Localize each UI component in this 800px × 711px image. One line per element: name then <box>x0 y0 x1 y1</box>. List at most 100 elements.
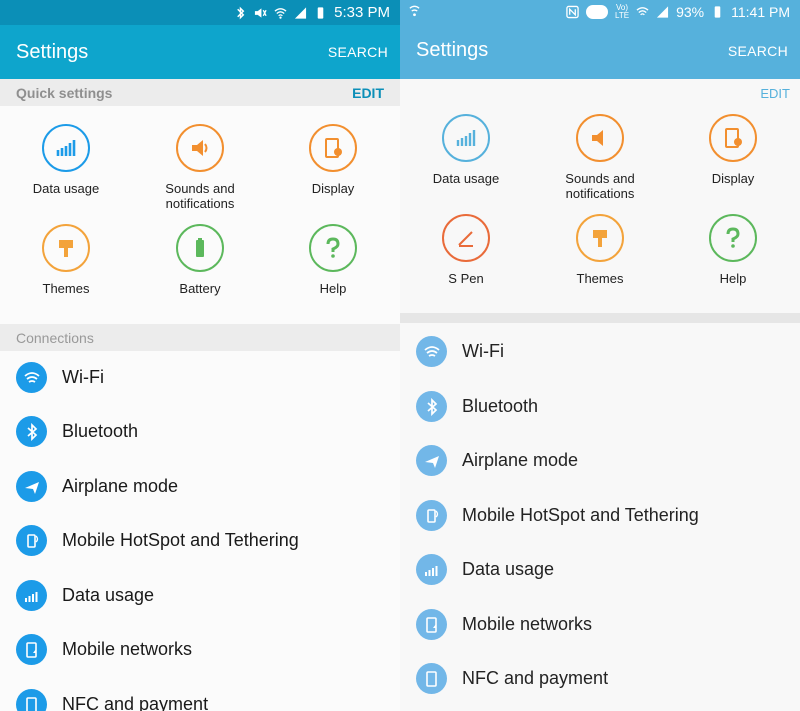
hotspot-icon <box>416 500 447 531</box>
quick-help[interactable]: Help <box>673 214 793 286</box>
quick-themes[interactable]: Themes <box>6 224 126 296</box>
quick-settings-title: Quick settings <box>16 85 113 101</box>
connections-title: Connections <box>16 330 94 346</box>
list-item-airplane-mode[interactable]: Airplane mode <box>0 460 400 514</box>
wifi-call-icon <box>408 4 421 18</box>
list-item-nfc[interactable]: NFC and payment <box>400 652 800 706</box>
nfc-icon <box>16 689 47 711</box>
quick-label: Data usage <box>432 171 500 186</box>
page-title: Settings <box>16 41 89 63</box>
comparison-screens: 5:33 PM Settings SEARCH Quick settings E… <box>0 0 800 711</box>
list-item-mobile-networks[interactable]: Mobile networks <box>400 598 800 652</box>
volte-indicator: Vo) LTE <box>615 3 630 20</box>
settings-appbar: Settings SEARCH <box>0 25 400 79</box>
quick-label: Help <box>719 271 747 286</box>
nfc-status-icon <box>566 5 579 19</box>
quick-label: Battery <box>179 281 221 296</box>
quick-battery[interactable]: Battery <box>140 224 260 296</box>
edit-button[interactable]: EDIT <box>352 85 384 101</box>
help-icon <box>709 214 757 262</box>
wifi-icon <box>416 336 447 367</box>
quick-data-usage[interactable]: Data usage <box>406 114 526 186</box>
list-item-airplane-mode[interactable]: Airplane mode <box>400 434 800 488</box>
battery-quick-icon <box>176 224 224 272</box>
signal-icon <box>656 5 669 19</box>
list-item-wifi[interactable]: Wi-Fi <box>0 351 400 405</box>
battery-percent: 93% <box>676 4 705 20</box>
list-label: NFC and payment <box>62 694 209 711</box>
list-label: Mobile HotSpot and Tethering <box>62 530 299 550</box>
list-label: Airplane mode <box>462 450 579 470</box>
battery-icon <box>711 5 724 19</box>
list-item-data-usage[interactable]: Data usage <box>0 569 400 623</box>
settings-appbar: Settings SEARCH <box>400 24 800 79</box>
signal-icon <box>294 6 307 20</box>
mobile-networks-icon <box>16 634 47 665</box>
status-bar: Vo) LTE 93% 11:41 PM <box>400 0 800 24</box>
wifi-icon <box>16 362 47 393</box>
list-label: Mobile HotSpot and Tethering <box>462 505 699 525</box>
wifi-icon <box>636 5 649 19</box>
quick-help[interactable]: Help <box>273 224 393 296</box>
list-item-bluetooth[interactable]: Bluetooth <box>400 380 800 434</box>
airplane-icon <box>416 445 447 476</box>
mute-icon <box>254 6 267 20</box>
speaker-icon <box>576 114 624 162</box>
list-label: Mobile networks <box>462 614 593 634</box>
quick-label: Sounds and notifications <box>165 181 235 211</box>
battery-icon <box>314 6 327 20</box>
list-item-nfc[interactable]: NFC and payment <box>0 678 400 711</box>
quick-data-usage[interactable]: Data usage <box>6 124 126 196</box>
bluetooth-icon <box>416 391 447 422</box>
list-label: Data usage <box>62 585 155 605</box>
list-label: Mobile networks <box>62 639 193 659</box>
data-usage-icon <box>16 580 47 611</box>
help-icon <box>309 224 357 272</box>
hotspot-icon <box>16 525 47 556</box>
list-item-hotspot[interactable]: Mobile HotSpot and Tethering <box>0 514 400 568</box>
airplane-icon <box>16 471 47 502</box>
connections-header: Connections <box>0 324 400 351</box>
status-time: 11:41 PM <box>731 4 790 20</box>
list-item-mobile-networks[interactable]: Mobile networks <box>0 623 400 677</box>
data-usage-icon <box>416 554 447 585</box>
quick-label: Data usage <box>32 181 100 196</box>
list-item-data-usage[interactable]: Data usage <box>400 543 800 597</box>
display-icon <box>709 114 757 162</box>
speaker-icon <box>176 124 224 172</box>
quick-sounds[interactable]: Sounds and notifications <box>540 114 660 201</box>
list-item-bluetooth[interactable]: Bluetooth <box>0 405 400 459</box>
status-left <box>408 4 421 21</box>
quick-label: Display <box>311 181 355 196</box>
wifi-icon <box>274 6 287 20</box>
quick-themes[interactable]: Themes <box>540 214 660 286</box>
quick-s-pen[interactable]: S Pen <box>406 214 526 286</box>
edit-button[interactable]: EDIT <box>760 86 790 101</box>
quick-display[interactable]: Display <box>673 114 793 186</box>
list-item-hotspot[interactable]: Mobile HotSpot and Tethering <box>400 489 800 543</box>
list-item-wifi[interactable]: Wi-Fi <box>400 325 800 379</box>
list-label: Wi-Fi <box>462 341 504 361</box>
data-usage-icon <box>42 124 90 172</box>
status-bar: 5:33 PM <box>0 0 400 25</box>
notification-pill <box>586 5 608 19</box>
section-divider <box>400 313 800 323</box>
list-label: NFC and payment <box>462 668 609 688</box>
search-button[interactable]: SEARCH <box>728 43 788 59</box>
quick-label: S Pen <box>448 271 484 286</box>
left-phone-screen: 5:33 PM Settings SEARCH Quick settings E… <box>0 0 400 711</box>
quick-sounds[interactable]: Sounds and notifications <box>140 124 260 211</box>
display-icon <box>309 124 357 172</box>
paintbrush-icon <box>576 214 624 262</box>
quick-display[interactable]: Display <box>273 124 393 196</box>
search-button[interactable]: SEARCH <box>328 44 388 60</box>
quick-label: Themes <box>576 271 624 286</box>
list-label: Bluetooth <box>462 396 539 416</box>
mobile-networks-icon <box>416 609 447 640</box>
data-usage-icon <box>442 114 490 162</box>
right-phone-screen: Vo) LTE 93% 11:41 PM Settings SEARCH EDIT… <box>400 0 800 711</box>
list-label: Data usage <box>462 559 555 579</box>
nfc-icon <box>416 663 447 694</box>
list-label: Wi-Fi <box>62 367 104 387</box>
status-icons: 5:33 PM <box>234 4 390 21</box>
